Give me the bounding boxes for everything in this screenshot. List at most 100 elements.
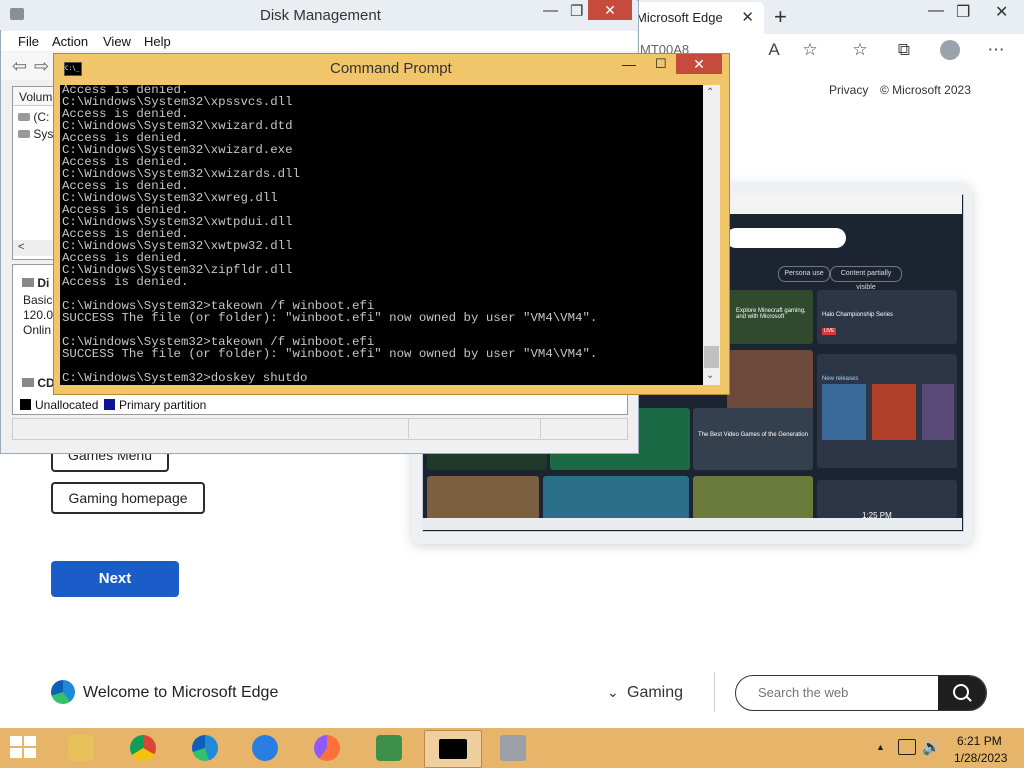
gaming-dropdown[interactable]: Gaming (627, 684, 683, 702)
legend-unallocated: Unallocated (35, 398, 99, 412)
cmd-app-icon: C:\_ (64, 62, 82, 76)
console-output[interactable]: Access is denied. C:\Windows\System32\xp… (60, 85, 703, 385)
disk-row[interactable]: Di (22, 276, 49, 290)
search-icon (953, 684, 969, 700)
preview-card (727, 350, 813, 410)
drive-icon (18, 130, 30, 138)
profile-avatar[interactable] (940, 40, 960, 60)
scroll-down-icon[interactable]: ⌄ (706, 370, 714, 381)
preview-game-art (822, 384, 866, 440)
dm-menubar (1, 31, 637, 51)
console-text: Access is denied. C:\Windows\System32\xp… (62, 85, 598, 385)
more-icon[interactable]: ⋯ (984, 40, 1008, 60)
maximize-button[interactable]: ☐ (655, 56, 667, 72)
restore-button[interactable]: ❐ (956, 2, 970, 22)
next-button[interactable]: Next (51, 561, 179, 597)
scroll-thumb[interactable] (704, 346, 719, 368)
preview-text: Halo Championship Series (822, 312, 894, 318)
file-explorer-icon[interactable] (54, 730, 110, 766)
edge-tab[interactable]: Microsoft Edge ✕ (630, 2, 764, 34)
preview-text: Explore Minecraft gaming, and with Micro… (736, 308, 806, 320)
gaming-homepage-button[interactable]: Gaming homepage (51, 482, 205, 514)
start-button[interactable] (10, 736, 38, 760)
welcome-text: Welcome to Microsoft Edge (83, 684, 279, 701)
list-item[interactable]: (C: (18, 110, 49, 124)
preview-card (693, 408, 813, 470)
close-button[interactable]: ✕ (588, 0, 632, 20)
edge-logo-icon (51, 680, 75, 704)
collections-icon[interactable]: ⧉ (892, 40, 916, 60)
preview-game-art (872, 384, 916, 440)
clock-time[interactable]: 6:21 PM (957, 734, 1002, 748)
disk-size: 120.0 (23, 308, 54, 322)
firefox-icon[interactable] (300, 730, 356, 766)
minimize-button[interactable]: — (622, 56, 636, 72)
cdrom-icon (22, 378, 34, 387)
search-box[interactable] (735, 675, 987, 711)
back-arrow-icon[interactable]: ⇦ (12, 56, 27, 77)
disk-status: Onlin (23, 323, 52, 337)
unallocated-swatch (20, 399, 31, 410)
internet-explorer-icon[interactable] (238, 730, 294, 766)
status-bar (12, 418, 628, 440)
disk-management-icon[interactable] (486, 730, 542, 766)
disk-type: Basic (23, 293, 53, 307)
menu-file[interactable]: File (18, 34, 39, 49)
cmd-title: Command Prompt (330, 60, 452, 77)
dm-titlebar[interactable]: Disk Management — ❐ ✕ (0, 0, 637, 30)
new-tab-button[interactable]: + (774, 4, 787, 30)
search-input[interactable] (756, 684, 940, 701)
preview-text: New releases (822, 376, 859, 382)
volume-name: (C: (33, 110, 50, 124)
cdrom-row[interactable]: CD (22, 376, 55, 390)
dm-title: Disk Management (260, 7, 381, 24)
close-button[interactable]: ✕ (676, 54, 722, 74)
primary-swatch (104, 399, 115, 410)
privacy-link[interactable]: Privacy (829, 83, 868, 97)
preview-time: 1:25 PM (862, 511, 892, 520)
preview-search (726, 228, 846, 248)
scroll-up-icon[interactable]: ⌃ (706, 87, 714, 98)
preview-text: The Best Video Games of the Generation (698, 432, 808, 438)
chrome-icon[interactable] (116, 730, 172, 766)
preview-card (693, 476, 813, 520)
forward-arrow-icon[interactable]: ⇨ (34, 56, 49, 77)
preview-card (543, 476, 689, 520)
copyright-text: © Microsoft 2023 (880, 83, 971, 97)
divider (408, 418, 409, 438)
chevron-down-icon[interactable]: ⌄ (607, 684, 619, 701)
menu-action[interactable]: Action (52, 34, 88, 49)
clock-date[interactable]: 1/28/2023 (954, 751, 1007, 765)
close-button[interactable]: ✕ (995, 2, 1008, 22)
show-hidden-icons[interactable]: ▲ (876, 742, 885, 752)
network-icon[interactable] (898, 739, 916, 755)
minimize-button[interactable]: — (928, 2, 944, 20)
divider (714, 672, 715, 712)
close-tab-icon[interactable]: ✕ (741, 8, 754, 26)
list-item[interactable]: Syst (18, 127, 57, 141)
volume-icon[interactable]: 🔊 (922, 738, 941, 756)
menu-view[interactable]: View (103, 34, 131, 49)
column-volume: Volum (19, 90, 53, 104)
edge-icon[interactable] (178, 730, 234, 766)
search-button[interactable] (938, 676, 986, 710)
divider (540, 418, 541, 438)
favorites-icon[interactable]: ☆ (848, 40, 872, 60)
minimize-button[interactable]: — (543, 2, 558, 19)
preview-card (427, 476, 539, 520)
disk-icon (22, 278, 34, 287)
disk-icon (10, 8, 24, 20)
windows-logo-icon (10, 736, 22, 746)
add-favorite-icon[interactable]: ☆ (798, 40, 822, 60)
read-aloud-icon[interactable]: A (762, 40, 786, 60)
legend-primary: Primary partition (119, 398, 207, 412)
live-badge: LIVE (822, 328, 836, 335)
restore-button[interactable]: ❐ (570, 2, 583, 20)
edge-tab-title: Microsoft Edge (636, 10, 723, 25)
scroll-left-icon[interactable]: < (18, 241, 24, 253)
vertical-scrollbar[interactable] (703, 85, 720, 385)
menu-help[interactable]: Help (144, 34, 171, 49)
command-prompt-icon[interactable] (424, 730, 482, 768)
preview-chip: Persona use (778, 266, 830, 282)
people-icon[interactable] (362, 730, 418, 766)
